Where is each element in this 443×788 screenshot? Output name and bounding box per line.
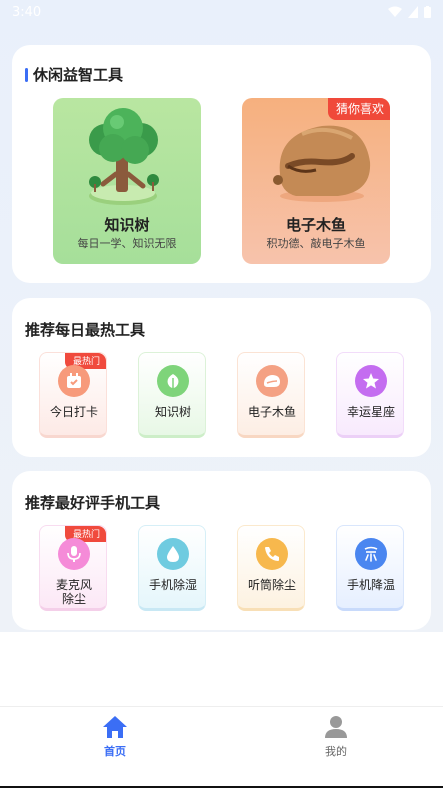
- tile-desc: 积功德、敲电子木鱼: [266, 237, 366, 250]
- tile-name: 知识树: [104, 216, 150, 234]
- nav-me[interactable]: 我的: [286, 715, 386, 765]
- leisure-tools-card: 休闲益智工具 知识树 每日一学、知识无限 猜你喜欢 电子木鱼 积功德、敲电子木鱼: [12, 45, 431, 283]
- tool-label: 知识树: [154, 405, 191, 419]
- nav-home-label: 首页: [104, 745, 126, 758]
- section-title-leisure: 休闲益智工具: [25, 64, 123, 85]
- phone-icon: [256, 538, 288, 570]
- tool-daily-checkin[interactable]: 最热门 今日打卡: [39, 352, 107, 438]
- wooden-fish-illustration-icon: [273, 125, 371, 202]
- tool-knowledge-tree[interactable]: 知识树: [138, 352, 206, 438]
- knowledge-tree-tile[interactable]: 知识树 每日一学、知识无限: [53, 98, 201, 264]
- tile-desc: 每日一学、知识无限: [77, 237, 177, 250]
- tool-label: 电子木鱼: [247, 405, 296, 419]
- tool-mic-dust[interactable]: 最热门 麦克风 除尘: [39, 525, 107, 611]
- status-time: 3:40: [12, 4, 42, 20]
- tool-label: 今日打卡: [49, 405, 98, 419]
- microphone-icon: [58, 538, 90, 570]
- user-icon: [286, 715, 386, 739]
- title-accent-bar: [25, 67, 28, 82]
- tool-label: 手机除湿: [148, 578, 197, 592]
- section-title-rated: 推荐最好评手机工具: [25, 494, 161, 512]
- tool-label: 麦克风 除尘: [55, 578, 92, 606]
- tool-label: 听筒除尘: [247, 578, 296, 592]
- home-icon: [65, 715, 165, 739]
- tile-name: 电子木鱼: [285, 216, 346, 234]
- nav-home[interactable]: 首页: [65, 715, 165, 765]
- water-drop-icon: [157, 538, 189, 570]
- nav-me-label: 我的: [325, 745, 347, 758]
- tool-phone-dehumidify[interactable]: 手机除湿: [138, 525, 206, 611]
- guess-you-like-badge: 猜你喜欢: [327, 98, 390, 120]
- tool-lucky-zodiac[interactable]: 幸运星座: [336, 352, 404, 438]
- hot-tools-card: 推荐每日最热工具 最热门 今日打卡 知识树 电子木鱼 幸运星座: [12, 298, 431, 457]
- wooden-fish-tile[interactable]: 猜你喜欢 电子木鱼 积功德、敲电子木鱼: [242, 98, 390, 264]
- bottom-navigation: 首页 我的: [0, 706, 443, 788]
- star-icon: [355, 365, 387, 397]
- signal-icon: [408, 6, 418, 18]
- status-bar: 3:40: [0, 0, 443, 24]
- battery-icon: [424, 6, 431, 18]
- wifi-icon: [388, 6, 402, 18]
- section-title-hot: 推荐每日最热工具: [25, 321, 146, 339]
- tree-illustration-icon: [89, 108, 159, 205]
- wooden-fish-icon: [256, 365, 288, 397]
- tool-label: 幸运星座: [346, 405, 395, 419]
- rated-tools-card: 推荐最好评手机工具 最热门 麦克风 除尘 手机除湿 听筒除尘 手机降温: [12, 471, 431, 630]
- calendar-icon: [58, 365, 90, 397]
- tool-phone-cooling[interactable]: 手机降温: [336, 525, 404, 611]
- leaf-icon: [157, 365, 189, 397]
- tool-earpiece-dust[interactable]: 听筒除尘: [237, 525, 305, 611]
- cooling-icon: [355, 538, 387, 570]
- section-title-text: 休闲益智工具: [33, 66, 124, 84]
- tool-wooden-fish[interactable]: 电子木鱼: [237, 352, 305, 438]
- tool-label: 手机降温: [346, 578, 395, 592]
